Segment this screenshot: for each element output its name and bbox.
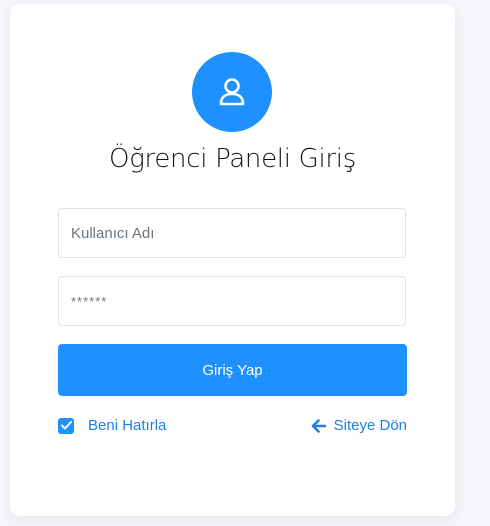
user-icon — [219, 78, 245, 106]
back-to-site-link[interactable]: Siteye Dön — [311, 417, 407, 434]
username-input[interactable] — [58, 208, 406, 258]
check-icon[interactable] — [58, 417, 74, 434]
arrow-left-icon[interactable] — [311, 418, 326, 433]
password-input[interactable] — [58, 276, 406, 326]
remember-me-checkbox[interactable]: Beni Hatırla — [58, 417, 166, 434]
user-avatar — [192, 52, 272, 132]
login-card: Öğrenci Paneli Giriş Giriş Yap Beni Hatı… — [10, 4, 455, 516]
back-to-site-label[interactable]: Siteye Dön — [334, 417, 407, 434]
login-button[interactable]: Giriş Yap — [58, 344, 407, 396]
remember-me-label[interactable]: Beni Hatırla — [88, 417, 166, 434]
page-title: Öğrenci Paneli Giriş — [109, 144, 356, 174]
